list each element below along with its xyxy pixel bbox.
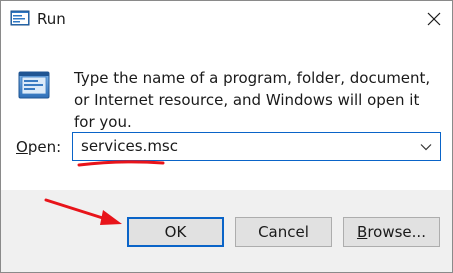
chevron-down-icon bbox=[420, 143, 432, 150]
run-dialog-icon bbox=[18, 71, 50, 99]
instruction-text: Type the name of a program, folder, docu… bbox=[74, 69, 431, 131]
open-combobox[interactable] bbox=[72, 132, 441, 161]
browse-label-text: rowse... bbox=[367, 223, 426, 241]
dropdown-button[interactable] bbox=[416, 137, 436, 156]
open-label: Open: bbox=[16, 138, 61, 156]
title-bar: Run bbox=[1, 1, 452, 37]
close-button[interactable] bbox=[419, 4, 449, 34]
run-dialog: Run Type the name of a program, folder, … bbox=[0, 0, 453, 273]
browse-accelerator: B bbox=[357, 223, 368, 241]
red-arrow-annotation bbox=[44, 198, 122, 225]
open-input[interactable] bbox=[81, 133, 401, 160]
red-underline-annotation bbox=[77, 160, 165, 167]
ok-button[interactable]: OK bbox=[127, 217, 224, 247]
close-icon bbox=[427, 12, 441, 26]
open-label-accelerator: O bbox=[16, 138, 28, 156]
browse-button[interactable]: Browse... bbox=[343, 217, 440, 247]
window-title: Run bbox=[37, 10, 66, 28]
run-app-icon bbox=[10, 10, 30, 26]
open-label-text: pen: bbox=[27, 138, 62, 156]
cancel-button[interactable]: Cancel bbox=[235, 217, 332, 247]
